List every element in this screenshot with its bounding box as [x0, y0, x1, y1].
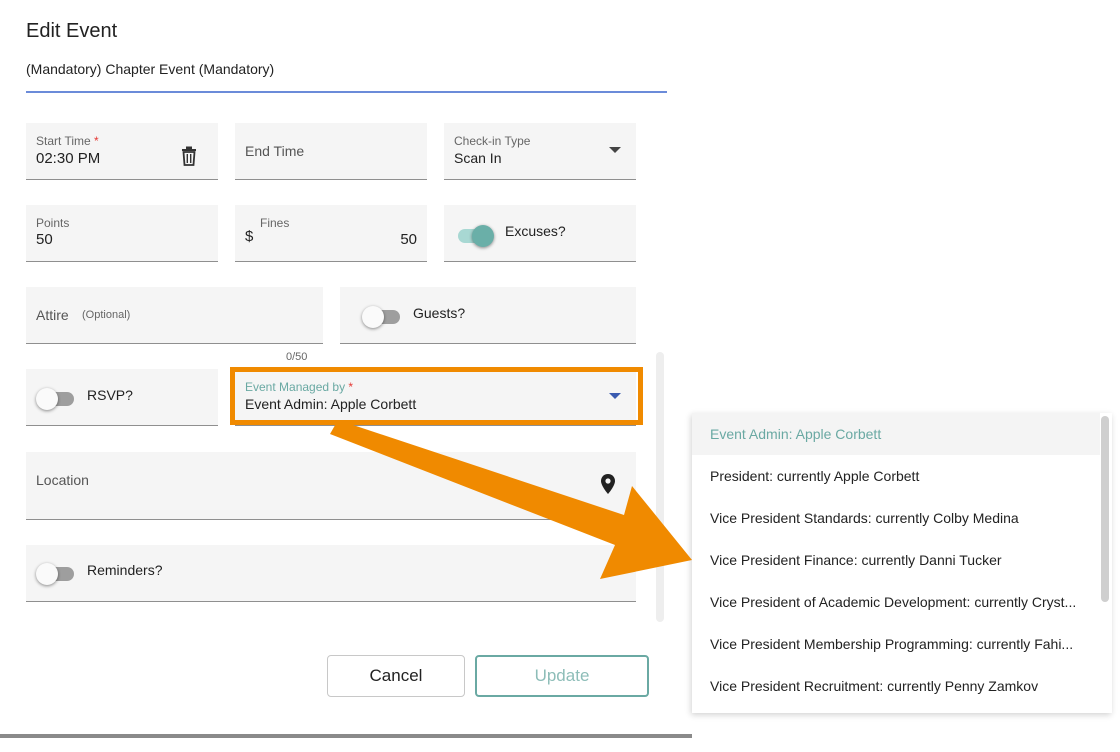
reminders-label: Reminders? [87, 562, 163, 578]
location-field[interactable]: Location [26, 452, 636, 520]
location-placeholder: Location [36, 472, 89, 488]
guests-label: Guests? [413, 305, 466, 321]
dropdown-option[interactable]: Vice President of Academic Development: … [692, 581, 1100, 623]
managed-by-dropdown-menu: Event Admin: Apple Corbett President: cu… [692, 413, 1112, 713]
cancel-button[interactable]: Cancel [327, 655, 465, 697]
dropdown-option[interactable]: Vice President Standards: currently Colb… [692, 497, 1100, 539]
reminders-toggle[interactable] [36, 559, 80, 585]
checkin-type-select[interactable]: Check-in Type Scan In [444, 123, 636, 180]
rsvp-label: RSVP? [87, 387, 133, 403]
update-button[interactable]: Update [475, 655, 649, 697]
dropdown-option[interactable]: President: currently Apple Corbett [692, 455, 1100, 497]
checkin-type-label: Check-in Type [454, 134, 531, 148]
event-name-underline [26, 91, 667, 93]
dropdown-option[interactable]: Vice President Recruitment: currently Pe… [692, 665, 1100, 707]
end-time-field[interactable]: End Time [235, 123, 427, 180]
end-time-placeholder: End Time [245, 143, 305, 159]
rsvp-toggle[interactable] [36, 384, 80, 410]
points-label: Points [36, 216, 70, 230]
dropdown-option[interactable]: Vice President Finance: currently Danni … [692, 539, 1100, 581]
guests-toggle-field: Guests? [340, 287, 636, 344]
reminders-toggle-field: Reminders? [26, 545, 636, 602]
dialog-scrollbar[interactable] [656, 352, 664, 622]
fines-field[interactable]: Fines $ 50 [235, 205, 427, 262]
excuses-toggle[interactable] [454, 221, 498, 247]
fines-label: Fines [260, 216, 290, 230]
map-pin-icon [601, 474, 615, 494]
chevron-down-icon [609, 147, 621, 153]
start-time-label: Start Time * [36, 134, 99, 148]
trash-icon[interactable] [180, 146, 198, 166]
points-field[interactable]: Points 50 [26, 205, 218, 262]
fines-currency-prefix: $ [245, 228, 254, 245]
dropdown-option[interactable]: Event Admin: Apple Corbett [692, 413, 1100, 455]
excuses-toggle-field: Excuses? [444, 205, 636, 262]
start-time-field[interactable]: Start Time * 02:30 PM [26, 123, 218, 180]
managed-by-highlight-box [230, 367, 643, 425]
attire-placeholder: Attire [36, 307, 69, 323]
dialog-title: Edit Event [26, 20, 118, 42]
attire-optional-hint: (Optional) [82, 309, 131, 321]
start-time-value: 02:30 PM [36, 150, 101, 167]
fines-value: 50 [400, 231, 417, 248]
edit-event-dialog: Edit Event (Mandatory) Chapter Event (Ma… [0, 0, 692, 736]
checkin-type-value: Scan In [454, 150, 502, 166]
rsvp-toggle-field: RSVP? [26, 369, 218, 426]
attire-field[interactable]: Attire (Optional) [26, 287, 323, 344]
guests-toggle[interactable] [362, 302, 406, 328]
attire-char-counter: 0/50 [286, 351, 308, 363]
points-value: 50 [36, 231, 53, 248]
dropdown-scrollbar[interactable] [1101, 416, 1109, 602]
excuses-label: Excuses? [505, 223, 566, 239]
dropdown-option[interactable]: Vice President Membership Programming: c… [692, 623, 1100, 665]
dialog-bottom-edge [0, 734, 692, 738]
event-name-field[interactable]: (Mandatory) Chapter Event (Mandatory) [26, 61, 274, 77]
